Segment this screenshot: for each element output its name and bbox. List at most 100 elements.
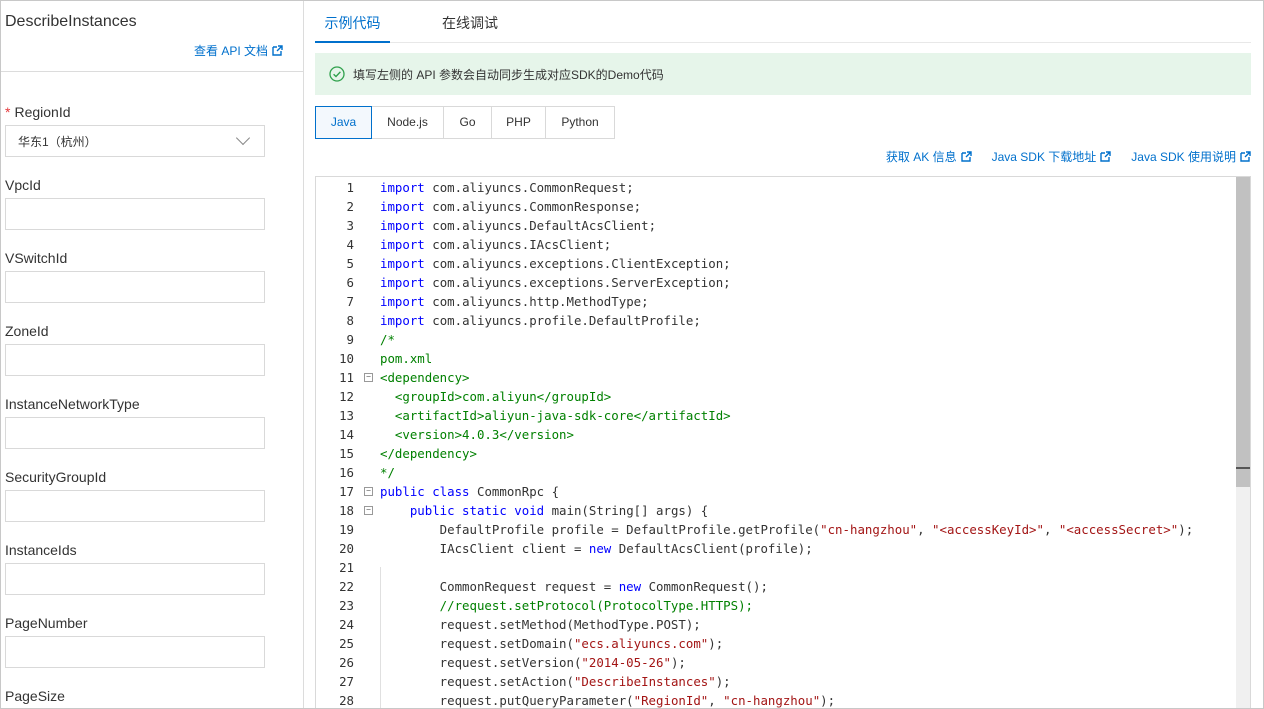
field-pagenumber: PageNumber: [5, 613, 265, 668]
instancenetworktype-input[interactable]: [5, 417, 265, 449]
code-text: import com.aliyuncs.exceptions.ClientExc…: [380, 254, 731, 273]
api-doc-link[interactable]: 查看 API 文档: [194, 42, 283, 59]
code-line: 18 − public static void main(String[] arg…: [316, 501, 1236, 520]
code-token: //request.setProtocol(ProtocolType.HTTPS…: [380, 598, 753, 613]
line-number: 8: [346, 313, 354, 328]
code-token: "<accessSecret>": [1058, 522, 1179, 537]
code-token: );: [820, 693, 836, 708]
code-line: 12 <groupId>com.aliyun</groupId>: [316, 387, 1236, 406]
code-line: 5 import com.aliyuncs.exceptions.ClientEx…: [316, 254, 1236, 273]
code-token: request.putQueryParameter(: [380, 693, 634, 708]
code-text: public static void main(String[] args) {: [380, 501, 708, 520]
code-token: DefaultProfile profile = DefaultProfile.…: [380, 522, 821, 537]
code-token: com.aliyuncs.DefaultAcsClient;: [432, 218, 657, 233]
code-panel: 示例代码 在线调试 填写左侧的 API 参数会自动同步生成对应SDK的Demo代…: [305, 1, 1263, 708]
line-number: 7: [346, 294, 354, 309]
field-vswitchid: VSwitchId: [5, 248, 265, 303]
code-token: import: [380, 275, 425, 290]
line-number: 6: [346, 275, 354, 290]
securitygroupid-input[interactable]: [5, 490, 265, 522]
code-token: import: [380, 199, 425, 214]
code-editor[interactable]: 1 import com.aliyuncs.CommonRequest; 2 impo…: [315, 176, 1251, 708]
code-token: "RegionId": [633, 693, 709, 708]
code-text: <dependency>: [380, 368, 470, 387]
code-token: com.aliyuncs.CommonRequest;: [432, 180, 634, 195]
code-text: pom.xml: [380, 349, 432, 368]
line-number: 1: [346, 180, 354, 195]
field-label: VSwitchId: [5, 248, 265, 268]
regionid-select[interactable]: 华东1（杭州）: [5, 125, 265, 157]
code-text: <groupId>com.aliyun</groupId>: [380, 387, 611, 406]
code-token: );: [1178, 522, 1194, 537]
code-text: IAcsClient client = new DefaultAcsClient…: [380, 539, 813, 558]
code-token: */: [380, 465, 395, 480]
fold-toggle-icon[interactable]: −: [364, 487, 373, 496]
code-text: import com.aliyuncs.exceptions.ServerExc…: [380, 273, 731, 292]
code-token: IAcsClient client =: [380, 541, 589, 556]
notice-text: 填写左侧的 API 参数会自动同步生成对应SDK的Demo代码: [353, 67, 664, 82]
lang-tab-java[interactable]: Java: [315, 106, 372, 139]
lang-tab-python[interactable]: Python: [545, 106, 615, 139]
main-tabs: 示例代码 在线调试: [315, 1, 1251, 43]
code-line: 11 − <dependency>: [316, 368, 1236, 387]
zoneid-input[interactable]: [5, 344, 265, 376]
scrollbar-thumb[interactable]: [1236, 177, 1250, 487]
code-line: 26 request.setVersion("2014-05-26");: [316, 653, 1236, 672]
code-token: );: [670, 655, 686, 670]
code-token: CommonRequest request =: [380, 579, 619, 594]
tab-sample-code[interactable]: 示例代码: [315, 1, 390, 43]
code-text: import com.aliyuncs.http.MethodType;: [380, 292, 649, 311]
fold-toggle-icon[interactable]: −: [364, 373, 373, 382]
lang-tab-php[interactable]: PHP: [491, 106, 546, 139]
java-sdk-download-link[interactable]: Java SDK 下载地址: [992, 148, 1112, 165]
code-token: "<accessKeyId>": [932, 522, 1044, 537]
language-tabs: Java Node.js Go PHP Python: [315, 106, 615, 139]
code-token: <version>4.0.3</version>: [380, 427, 574, 442]
field-label: InstanceIds: [5, 540, 265, 560]
code-line: 21: [316, 558, 1236, 577]
get-ak-link[interactable]: 获取 AK 信息: [886, 148, 972, 165]
code-text: <version>4.0.3</version>: [380, 425, 574, 444]
code-token: pom.xml: [380, 351, 433, 366]
line-number: 16: [339, 465, 354, 480]
external-link-icon: [272, 45, 283, 56]
code-token: ,: [708, 693, 724, 708]
code-line: 6 import com.aliyuncs.exceptions.ServerEx…: [316, 273, 1236, 292]
code-token: import: [380, 237, 425, 252]
lang-tab-nodejs[interactable]: Node.js: [371, 106, 444, 139]
divider: [1, 71, 303, 72]
vswitchid-input[interactable]: [5, 271, 265, 303]
external-link-icon: [1100, 151, 1111, 162]
editor-scrollbar[interactable]: [1236, 177, 1250, 708]
java-sdk-usage-link[interactable]: Java SDK 使用说明: [1131, 148, 1251, 165]
java-sdk-download-label: Java SDK 下载地址: [991, 150, 1097, 164]
field-securitygroupid: SecurityGroupId: [5, 467, 265, 522]
code-lines: 1 import com.aliyuncs.CommonRequest; 2 impo…: [316, 178, 1236, 708]
tab-online-debug[interactable]: 在线调试: [430, 1, 510, 43]
code-token: "2014-05-26": [581, 655, 671, 670]
code-token: request.setDomain(: [380, 636, 574, 651]
fold-toggle-icon[interactable]: −: [364, 506, 373, 515]
code-line: 9 /*: [316, 330, 1236, 349]
code-token: import: [380, 294, 425, 309]
field-instancenetworktype: InstanceNetworkType: [5, 394, 265, 449]
code-token: public class: [380, 484, 470, 499]
external-link-icon: [1240, 151, 1251, 162]
lang-tab-go[interactable]: Go: [443, 106, 492, 139]
api-doc-link-label: 查看 API 文档: [193, 44, 268, 58]
check-circle-icon: [329, 66, 345, 82]
vpcid-input[interactable]: [5, 198, 265, 230]
instanceids-input[interactable]: [5, 563, 265, 595]
field-label: InstanceNetworkType: [5, 394, 265, 414]
code-token: com.aliyuncs.IAcsClient;: [432, 237, 612, 252]
external-link-icon: [960, 151, 972, 162]
pagenumber-input[interactable]: [5, 636, 265, 668]
field-label: SecurityGroupId: [5, 467, 265, 487]
code-text: /*: [380, 330, 395, 349]
code-line: 24 request.setMethod(MethodType.POST);: [316, 615, 1236, 634]
code-token: CommonRequest();: [648, 579, 768, 594]
code-token: new: [618, 579, 642, 594]
field-label-text: RegionId: [14, 104, 71, 120]
sdk-links: 获取 AK 信息 Java SDK 下载地址 Java SDK 使用说明: [886, 148, 1251, 165]
